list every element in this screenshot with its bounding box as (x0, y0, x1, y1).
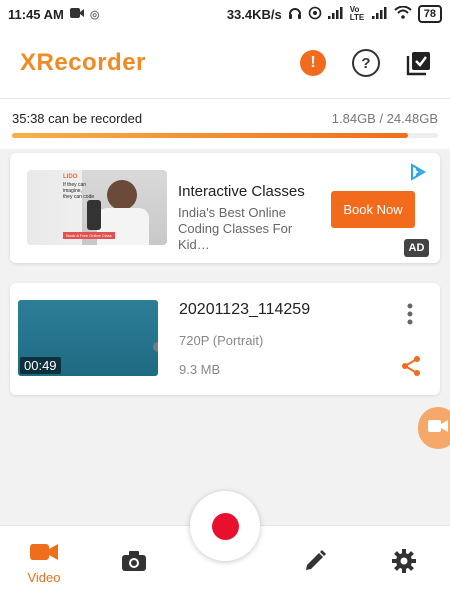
status-bar: 11:45 AM ◎ 33.4KB/s Vo LTE 78 (0, 0, 450, 28)
ad-desc-line2: Coding Classes For Kid… (178, 221, 293, 252)
tab-edit[interactable] (285, 526, 345, 600)
storage-size: 1.84GB / 24.48GB (331, 111, 438, 126)
video-size: 9.3 MB (179, 362, 221, 377)
alert-icon[interactable]: ! (300, 50, 326, 76)
battery-indicator: 78 (417, 5, 442, 23)
share-icon[interactable] (400, 355, 422, 382)
app-logo: XRecorder (20, 49, 146, 76)
ad-desc-line1: India's Best Online (178, 205, 286, 220)
ad-image[interactable]: LIDO If they can imagine, they can code … (27, 170, 167, 245)
volte-label: Vo LTE (349, 5, 365, 22)
status-time: 11:45 AM (8, 6, 64, 22)
ad-choices-icon[interactable] (409, 163, 427, 186)
floating-recorder-bubble[interactable] (418, 407, 450, 449)
video-camera-icon (29, 542, 59, 567)
tab-settings[interactable] (374, 526, 434, 600)
record-dot-icon (211, 512, 239, 540)
storage-summary: 35:38 can be recorded 1.84GB / 24.48GB (0, 98, 450, 149)
ad-image-button: Book A Free Online Class (63, 232, 115, 239)
recordable-time: 35:38 can be recorded (12, 111, 143, 126)
storage-bar (12, 133, 438, 138)
ad-title[interactable]: Interactive Classes (178, 183, 305, 200)
signal-icon (327, 6, 344, 22)
ad-description: India's Best Online Coding Classes For K… (178, 205, 323, 253)
help-icon[interactable]: ? (352, 49, 380, 77)
ad-badge: AD (404, 239, 429, 257)
video-resolution: 720P (Portrait) (179, 333, 264, 348)
signal-icon-2 (371, 6, 388, 22)
hotspot-icon (308, 6, 322, 23)
video-thumbnail[interactable]: 00:49 (18, 300, 158, 376)
pencil-icon (303, 549, 327, 578)
camera-icon (428, 419, 448, 438)
book-now-button[interactable]: Book Now (331, 191, 415, 228)
gear-icon (391, 548, 417, 579)
video-list-item[interactable]: 00:49 20201123_114259 720P (Portrait) 9.… (10, 283, 440, 395)
checklist-icon[interactable] (406, 50, 432, 76)
screen-record-icon (69, 7, 84, 22)
thumbnail-overlay-dot (153, 342, 158, 352)
tab-screenshot[interactable] (104, 526, 164, 600)
tab-video[interactable]: Video (14, 526, 74, 600)
network-speed: 33.4KB/s (226, 6, 282, 22)
ad-card[interactable]: LIDO If they can imagine, they can code … (10, 153, 440, 263)
record-button[interactable] (190, 491, 260, 561)
more-options-icon[interactable] (407, 303, 413, 330)
tab-video-label: Video (27, 569, 61, 585)
ad-image-brand: LIDO (63, 174, 78, 180)
ad-image-line3: they can code (63, 194, 95, 200)
video-name[interactable]: 20201123_114259 (179, 301, 310, 319)
sync-icon: ◎ (89, 8, 100, 21)
wifi-icon (394, 5, 412, 22)
headset-icon (288, 6, 302, 23)
camera-icon (121, 550, 147, 577)
video-duration: 00:49 (20, 357, 61, 374)
app-bar: XRecorder ! ? (0, 28, 450, 98)
storage-bar-fill (12, 133, 409, 138)
